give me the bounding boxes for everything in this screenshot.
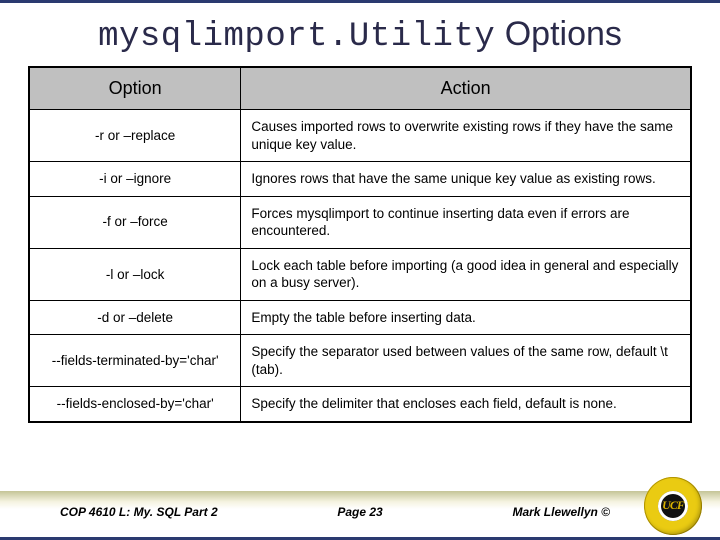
table-row: -d or –deleteEmpty the table before inse…: [29, 300, 691, 335]
footer-page: Page 23: [337, 505, 382, 519]
cell-option: -i or –ignore: [29, 162, 241, 197]
cell-option: -d or –delete: [29, 300, 241, 335]
header-option: Option: [29, 67, 241, 110]
footer: COP 4610 L: My. SQL Part 2 Page 23 Mark …: [0, 491, 720, 537]
page-title: mysqlimport.Utility Options: [0, 3, 720, 66]
table-row: -f or –forceForces mysqlimport to contin…: [29, 196, 691, 248]
cell-action: Ignores rows that have the same unique k…: [241, 162, 691, 197]
table-row: --fields-enclosed-by='char'Specify the d…: [29, 387, 691, 422]
cell-option: --fields-enclosed-by='char': [29, 387, 241, 422]
title-rest: Options: [495, 15, 622, 53]
cell-action: Lock each table before importing (a good…: [241, 248, 691, 300]
cell-option: -r or –replace: [29, 110, 241, 162]
cell-action: Specify the delimiter that encloses each…: [241, 387, 691, 422]
table-row: --fields-terminated-by='char'Specify the…: [29, 335, 691, 387]
footer-course: COP 4610 L: My. SQL Part 2: [60, 505, 218, 519]
cell-option: -l or –lock: [29, 248, 241, 300]
title-mono: mysqlimport.Utility: [98, 18, 495, 56]
table-header-row: Option Action: [29, 67, 691, 110]
options-table: Option Action -r or –replaceCauses impor…: [28, 66, 692, 423]
table-container: Option Action -r or –replaceCauses impor…: [0, 66, 720, 491]
slide: mysqlimport.Utility Options Option Actio…: [0, 0, 720, 540]
table-row: -r or –replaceCauses imported rows to ov…: [29, 110, 691, 162]
table-row: -i or –ignoreIgnores rows that have the …: [29, 162, 691, 197]
header-action: Action: [241, 67, 691, 110]
cell-action: Specify the separator used between value…: [241, 335, 691, 387]
ucf-logo-icon: UCF: [644, 477, 702, 535]
footer-author: Mark Llewellyn ©: [512, 505, 610, 519]
cell-action: Forces mysqlimport to continue inserting…: [241, 196, 691, 248]
cell-option: --fields-terminated-by='char': [29, 335, 241, 387]
cell-action: Causes imported rows to overwrite existi…: [241, 110, 691, 162]
table-row: -l or –lockLock each table before import…: [29, 248, 691, 300]
cell-option: -f or –force: [29, 196, 241, 248]
cell-action: Empty the table before inserting data.: [241, 300, 691, 335]
